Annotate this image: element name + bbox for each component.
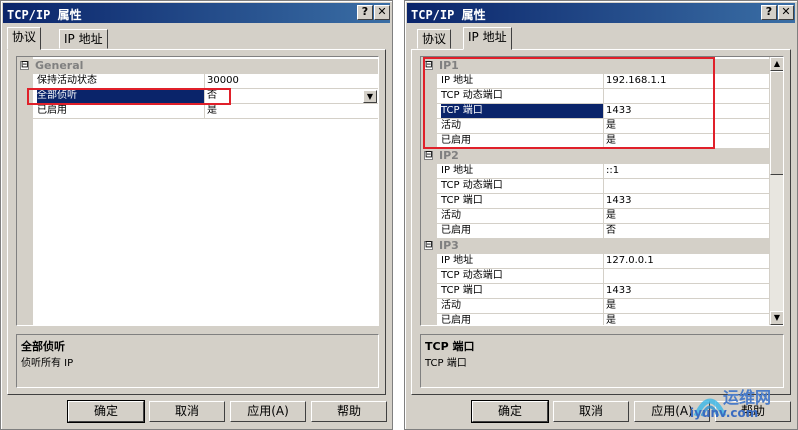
category-ip2[interactable]: ⊟ IP2 [421,149,783,164]
description-text: 侦听所有 IP [21,358,74,369]
title-bar[interactable]: TCP/IP 属性 ? ✕ [407,3,795,23]
tab-protocol[interactable]: 协议 [417,29,452,49]
highlight-box [27,88,231,105]
scroll-up-icon[interactable]: ▲ [770,57,783,71]
help-text-button[interactable]: 帮助 [311,401,387,422]
collapse-icon[interactable]: ⊟ [424,151,433,160]
property-grid[interactable]: ⊟ General 保持活动状态 30000 全部侦听 否 ▼ 已启用 是 [16,56,379,326]
tab-ip-address[interactable]: IP 地址 [463,27,512,50]
property-row-enabled[interactable]: 已启用 是 [17,104,378,119]
property-name: 保持活动状态 [37,75,97,86]
property-row[interactable]: TCP 动态端口 [421,269,783,284]
property-name: 活动 [441,210,461,221]
property-name: TCP 动态端口 [441,270,503,281]
description-text: TCP 端口 [425,358,467,369]
property-value [603,269,769,284]
property-value: 30000 [204,74,378,89]
close-button[interactable]: ✕ [778,5,794,20]
property-grid[interactable]: ⊟ IP1 IP 地址 192.168.1.1 TCP 动态端口 TCP 端口 14… [420,56,784,326]
tab-protocol[interactable]: 协议 [7,27,42,50]
tcpip-properties-dialog-right: TCP/IP 属性 ? ✕ 协议 IP 地址 ⊟ IP1 IP 地址 192.16… [404,0,798,430]
collapse-icon[interactable]: ⊟ [20,61,29,70]
property-name: IP 地址 [441,165,474,176]
property-row[interactable]: 活动 是 [421,209,783,224]
property-name: TCP 动态端口 [441,180,503,191]
tab-strip: 协议 IP 地址 [411,27,791,50]
property-row[interactable]: IP 地址::1 [421,164,783,179]
tab-panel: ⊟ IP1 IP 地址 192.168.1.1 TCP 动态端口 TCP 端口 14… [411,49,791,395]
category-general[interactable]: ⊟ General [17,59,378,74]
tcpip-properties-dialog-left: TCP/IP 属性 ? ✕ 协议 IP 地址 ⊟ General 保持活动状态 … [0,0,393,430]
property-value: 127.0.0.1 [603,254,769,269]
apply-button[interactable]: 应用(A) [230,401,306,422]
category-ip3[interactable]: ⊟ IP3 [421,239,783,254]
tab-panel: ⊟ General 保持活动状态 30000 全部侦听 否 ▼ 已启用 是 全部… [7,49,386,395]
tab-strip: 协议 IP 地址 [7,27,386,50]
category-title: IP2 [439,149,459,162]
close-button[interactable]: ✕ [374,5,390,20]
description-title: TCP 端口 [425,340,475,353]
highlight-box [423,57,715,149]
cancel-button[interactable]: 取消 [553,401,629,422]
property-row-keepalive[interactable]: 保持活动状态 30000 [17,74,378,89]
category-title: IP3 [439,239,459,252]
scroll-thumb[interactable] [770,71,783,175]
window-title: TCP/IP 属性 [7,8,82,22]
property-value: 否 [603,224,769,239]
property-value: 1433 [603,284,769,299]
property-name: 活动 [441,300,461,311]
property-value: 是 [204,104,378,119]
description-pane: 全部侦听 侦听所有 IP [16,334,379,388]
property-row[interactable]: 已启用 否 [421,224,783,239]
ok-button[interactable]: 确定 [471,400,549,423]
ok-button[interactable]: 确定 [67,400,145,423]
watermark-text: 运维网 [723,388,772,407]
collapse-icon[interactable]: ⊟ [424,241,433,250]
property-row[interactable]: 已启用 是 [421,314,783,326]
window-title: TCP/IP 属性 [411,8,486,22]
property-value: 是 [603,209,769,224]
cancel-button[interactable]: 取消 [149,401,225,422]
property-value [603,179,769,194]
watermark-site: iyunv.com [690,406,759,420]
property-name: 已启用 [441,315,471,326]
property-value: 是 [603,314,769,325]
category-title: General [35,59,84,72]
property-name: 已启用 [441,225,471,236]
property-row[interactable]: IP 地址 127.0.0.1 [421,254,783,269]
dropdown-arrow-icon[interactable]: ▼ [363,90,377,103]
property-value: 1433 [603,194,769,209]
description-pane: TCP 端口 TCP 端口 [420,334,784,388]
vertical-scrollbar[interactable]: ▲ ▼ [769,57,783,325]
property-value: ::1 [603,164,769,179]
property-name: 已启用 [37,105,67,116]
property-row[interactable]: TCP 动态端口 [421,179,783,194]
property-name: IP 地址 [441,255,474,266]
property-row[interactable]: 活动 是 [421,299,783,314]
title-bar[interactable]: TCP/IP 属性 ? ✕ [3,3,390,23]
property-name: TCP 端口 [441,285,483,296]
property-row[interactable]: TCP 端口 1433 [421,194,783,209]
property-name: TCP 端口 [441,195,483,206]
property-value: 是 [603,299,769,314]
scroll-down-icon[interactable]: ▼ [770,311,783,325]
property-row[interactable]: TCP 端口 1433 [421,284,783,299]
help-button[interactable]: ? [357,5,373,20]
help-button[interactable]: ? [761,5,777,20]
description-title: 全部侦听 [21,340,65,353]
tab-ip-address[interactable]: IP 地址 [59,29,108,49]
